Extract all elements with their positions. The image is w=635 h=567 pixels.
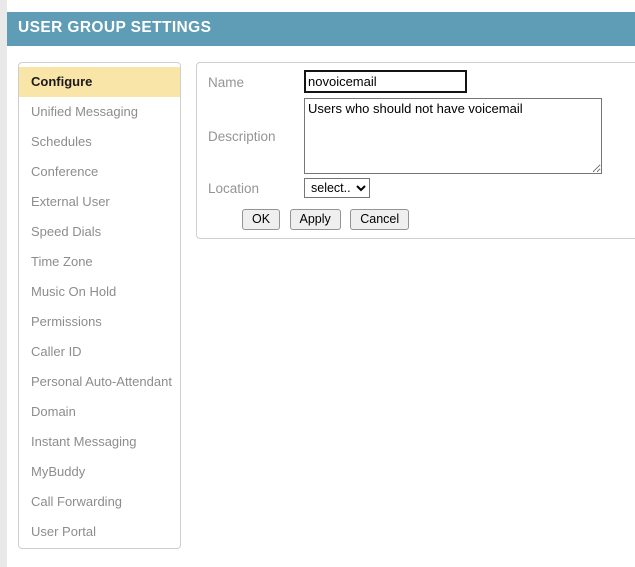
sidebar-item-configure[interactable]: Configure — [19, 67, 180, 97]
sidebar-item-label: Caller ID — [31, 344, 82, 359]
location-label: Location — [208, 181, 260, 196]
sidebar-item-label: Speed Dials — [31, 224, 102, 239]
sidebar-item-conference[interactable]: Conference — [19, 157, 180, 187]
sidebar-item-instant-messaging[interactable]: Instant Messaging — [19, 427, 180, 457]
left-gutter-strip — [0, 0, 7, 567]
cancel-button[interactable]: Cancel — [350, 209, 410, 230]
sidebar-item-label: Schedules — [31, 134, 92, 149]
sidebar-item-label: Call Forwarding — [31, 494, 123, 509]
configure-form-panel: Name Description Users who should not ha… — [196, 62, 635, 239]
apply-button[interactable]: Apply — [289, 209, 341, 230]
sidebar-item-personal-auto-attendant[interactable]: Personal Auto-Attendant — [19, 367, 180, 397]
sidebar-item-time-zone[interactable]: Time Zone — [19, 247, 180, 277]
sidebar-item-domain[interactable]: Domain — [19, 397, 180, 427]
sidebar-item-label: Time Zone — [31, 254, 93, 269]
sidebar-item-schedules[interactable]: Schedules — [19, 127, 180, 157]
page-header-bar: USER GROUP SETTINGS — [7, 12, 635, 46]
description-textarea[interactable]: Users who should not have voicemail — [304, 98, 602, 174]
sidebar-item-label: Instant Messaging — [31, 434, 137, 449]
sidebar-item-user-portal[interactable]: User Portal — [19, 517, 180, 547]
sidebar-item-label: Unified Messaging — [31, 104, 138, 119]
sidebar-item-speed-dials[interactable]: Speed Dials — [19, 217, 180, 247]
sidebar-item-unified-messaging[interactable]: Unified Messaging — [19, 97, 180, 127]
sidebar-item-caller-id[interactable]: Caller ID — [19, 337, 180, 367]
sidebar-item-permissions[interactable]: Permissions — [19, 307, 180, 337]
sidebar-item-label: Domain — [31, 404, 76, 419]
ok-button[interactable]: OK — [242, 209, 281, 230]
name-label: Name — [208, 75, 245, 90]
sidebar-item-music-on-hold[interactable]: Music On Hold — [19, 277, 180, 307]
sidebar-item-label: Personal Auto-Attendant — [31, 374, 172, 389]
sidebar-item-mybuddy[interactable]: MyBuddy — [19, 457, 180, 487]
description-label: Description — [208, 129, 276, 144]
sidebar-item-label: User Portal — [31, 524, 97, 539]
page-title: USER GROUP SETTINGS — [18, 19, 212, 36]
sidebar-item-call-forwarding[interactable]: Call Forwarding — [19, 487, 180, 517]
sidebar-item-label: Music On Hold — [31, 284, 117, 299]
sidebar-item-label: Conference — [31, 164, 99, 179]
sidebar-item-label: Configure — [31, 74, 93, 89]
settings-sidebar: Configure Unified Messaging Schedules Co… — [18, 62, 181, 549]
sidebar-item-label: External User — [31, 194, 110, 209]
form-button-row: OK Apply Cancel — [242, 209, 414, 230]
sidebar-item-external-user[interactable]: External User — [19, 187, 180, 217]
location-select[interactable]: select... — [304, 178, 370, 198]
sidebar-item-label: Permissions — [31, 314, 102, 329]
sidebar-item-label: MyBuddy — [31, 464, 86, 479]
name-input[interactable] — [304, 70, 467, 93]
